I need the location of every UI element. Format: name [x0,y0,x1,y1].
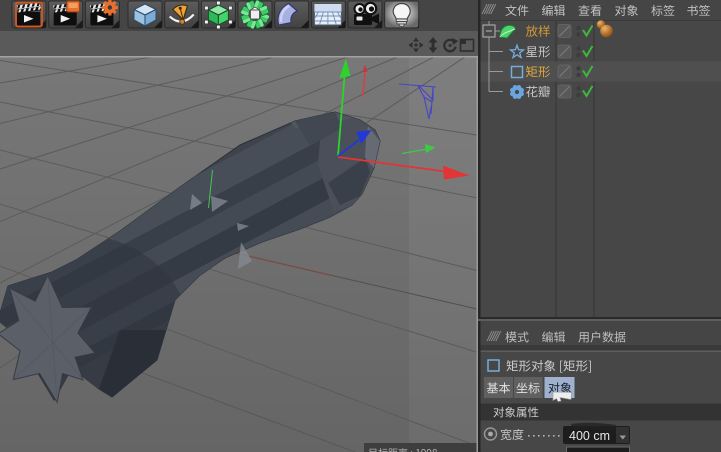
svg-text:400 cm: 400 cm [569,429,610,443]
